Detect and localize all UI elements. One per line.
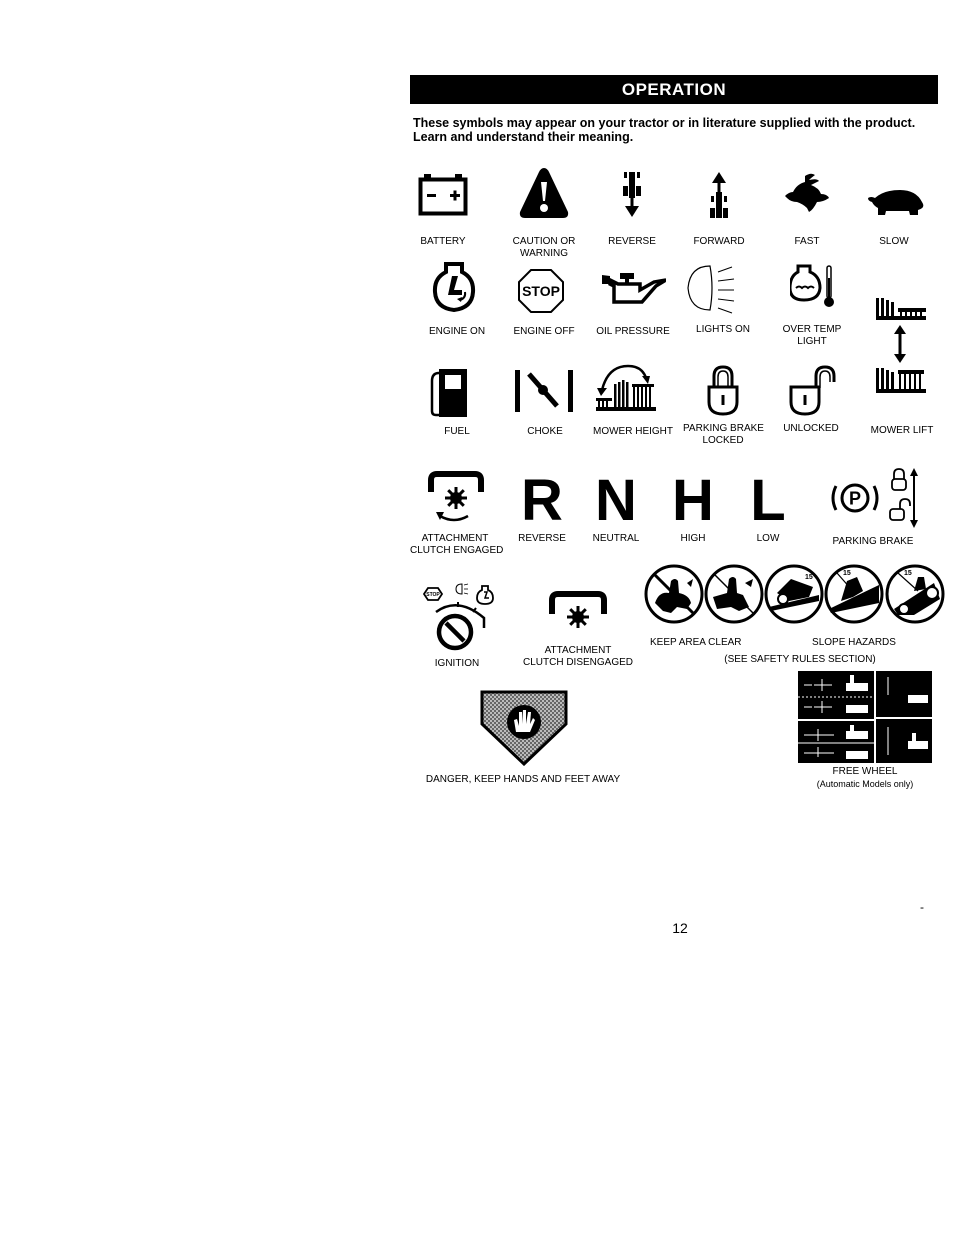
turtle-slow-icon <box>866 188 926 223</box>
gear-r-icon: R <box>521 468 563 533</box>
mower-height-icon <box>594 362 658 417</box>
attachment-clutch-engaged-icon <box>428 470 484 531</box>
ignition-stop-text: STOP <box>426 592 440 598</box>
label-parking-brake-locked: PARKING BRAKE LOCKED <box>683 423 764 446</box>
label-oil-pressure: OIL PRESSURE <box>596 326 670 337</box>
slope-hazard-icon-1: 15 <box>763 563 825 630</box>
label-forward: FORWARD <box>693 236 745 247</box>
label-slope-hazards: SLOPE HAZARDS <box>812 637 896 648</box>
reverse-icon <box>622 170 642 225</box>
label-attachment-clutch-disengaged: ATTACHMENT CLUTCH DISENGAGED <box>522 645 633 668</box>
padlock-unlocked-icon <box>788 364 840 421</box>
label-keep-area-clear: KEEP AREA CLEAR <box>650 637 742 648</box>
label-engine-off: ENGINE OFF <box>513 326 575 337</box>
fuel-pump-icon <box>429 367 471 424</box>
headlight-icon <box>682 258 742 323</box>
caution-warning-icon <box>518 166 570 225</box>
gear-l-icon: L <box>750 468 786 533</box>
battery-icon <box>418 172 468 221</box>
label-danger-keep-hands-feet-away: DANGER, KEEP HANDS AND FEET AWAY <box>425 774 621 785</box>
label-neutral: NEUTRAL <box>592 533 640 544</box>
choke-icon <box>513 368 575 419</box>
label-see-safety-rules: (SEE SAFETY RULES SECTION) <box>724 654 876 665</box>
mower-lift-icon <box>874 296 930 405</box>
stop-sign-icon: STOP <box>517 268 565 319</box>
label-free-wheel: FREE WHEEL (Automatic Models only) <box>816 766 914 789</box>
slope-hazard-icon-3: 15 <box>884 563 946 630</box>
label-reverse-gear: REVERSE <box>518 533 566 544</box>
label-reverse: REVERSE <box>608 236 656 247</box>
label-ignition: IGNITION <box>434 658 480 669</box>
label-lights-on: LIGHTS ON <box>696 324 750 335</box>
engine-on-icon <box>432 262 476 317</box>
label-over-temp: OVER TEMP LIGHT <box>782 324 842 347</box>
label-attachment-clutch-engaged: ATTACHMENT CLUTCH ENGAGED <box>410 533 504 556</box>
gear-h-icon: H <box>672 468 714 533</box>
oil-can-icon <box>600 272 667 313</box>
slope-hazard-icon-2: 15 <box>823 563 885 630</box>
danger-hands-feet-icon <box>478 690 570 771</box>
intro-line-2: Learn and understand their meaning. <box>413 130 634 144</box>
keep-area-clear-icon-1 <box>643 563 705 630</box>
label-battery: BATTERY <box>420 236 466 247</box>
label-choke: CHOKE <box>527 426 563 437</box>
label-high: HIGH <box>680 533 706 544</box>
rabbit-fast-icon <box>783 172 831 219</box>
label-low: LOW <box>756 533 780 544</box>
label-unlocked: UNLOCKED <box>783 423 839 434</box>
slope-angle-label-3: 15 <box>904 570 912 577</box>
page-number: 12 <box>672 920 688 936</box>
keep-area-clear-icon-2 <box>703 563 765 630</box>
stop-sign-text: STOP <box>522 283 560 299</box>
intro-line-1: These symbols may appear on your tractor… <box>413 116 916 130</box>
parking-brake-p-glyph: P <box>849 489 861 509</box>
label-parking-brake: PARKING BRAKE <box>832 536 914 547</box>
label-fuel: FUEL <box>444 426 470 437</box>
label-caution: CAUTION OR WARNING <box>512 236 576 259</box>
label-engine-on: ENGINE ON <box>428 326 486 337</box>
label-fast: FAST <box>794 236 820 247</box>
gear-n-icon: N <box>595 468 637 533</box>
label-mower-height: MOWER HEIGHT <box>593 426 673 437</box>
slope-angle-label-1: 15 <box>805 574 813 581</box>
attachment-clutch-disengaged-icon <box>549 590 607 637</box>
over-temp-icon <box>788 264 836 315</box>
forward-icon <box>709 170 729 225</box>
ignition-icon: STOP <box>418 582 498 661</box>
label-slow: SLOW <box>879 236 909 247</box>
free-wheel-icon <box>798 671 932 768</box>
slope-angle-label-2: 15 <box>843 570 851 577</box>
intro-text: These symbols may appear on your tractor… <box>413 116 933 144</box>
section-title-banner: OPERATION <box>410 75 938 104</box>
page-mark: - <box>920 900 924 914</box>
parking-brake-icon: P <box>828 466 920 535</box>
label-mower-lift: MOWER LIFT <box>870 425 934 436</box>
padlock-locked-icon <box>706 364 740 421</box>
